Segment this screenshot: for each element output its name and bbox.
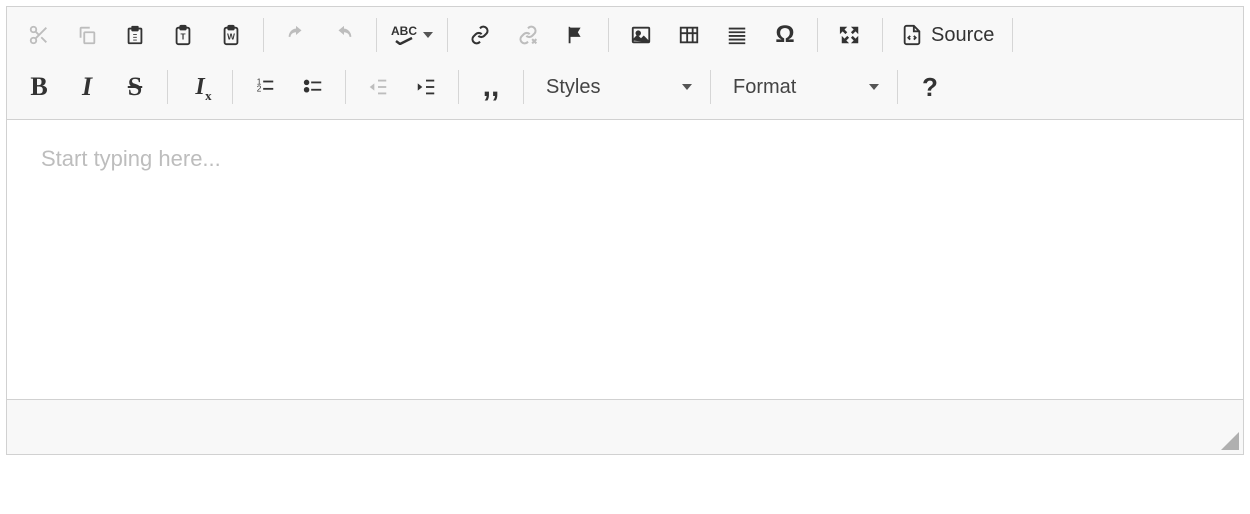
maximize-icon [839, 24, 861, 46]
maximize-button[interactable] [830, 15, 870, 55]
italic-icon: I [82, 72, 92, 102]
italic-button[interactable]: I [67, 67, 107, 107]
clipboard-icon [124, 24, 146, 46]
strike-button[interactable]: S [115, 67, 155, 107]
ul-icon [301, 76, 325, 98]
outdent-icon [366, 76, 390, 98]
strike-icon: S [128, 72, 142, 102]
redo-icon [332, 24, 356, 46]
flag-icon [565, 24, 587, 46]
quote-icon: ,, [483, 81, 500, 93]
indent-button[interactable] [406, 67, 446, 107]
separator [232, 70, 233, 104]
blockquote-button[interactable]: ,, [471, 67, 511, 107]
separator [263, 18, 264, 52]
svg-text:T: T [180, 33, 185, 42]
spellcheck-icon: ABC [391, 25, 417, 45]
spellcheck-button[interactable]: ABC [385, 15, 439, 55]
numbered-list-button[interactable]: 12 [245, 67, 285, 107]
chevron-down-icon [682, 84, 692, 90]
clipboard-word-icon: W [220, 24, 242, 46]
table-button[interactable] [669, 15, 709, 55]
link-icon [468, 25, 492, 45]
undo-button[interactable] [276, 15, 316, 55]
source-icon [901, 24, 923, 46]
question-icon: ? [922, 72, 938, 103]
redo-button[interactable] [324, 15, 364, 55]
bold-button[interactable]: B [19, 67, 59, 107]
horizontal-rule-button[interactable] [717, 15, 757, 55]
svg-text:W: W [227, 33, 235, 42]
unlink-button[interactable] [508, 15, 548, 55]
separator [447, 18, 448, 52]
separator [345, 70, 346, 104]
unlink-icon [516, 25, 540, 45]
bold-icon: B [30, 72, 47, 102]
paste-button[interactable] [115, 15, 155, 55]
undo-icon [284, 24, 308, 46]
image-icon [629, 24, 653, 46]
paste-word-button[interactable]: W [211, 15, 251, 55]
rich-text-editor: T W ABC [6, 6, 1244, 455]
separator [608, 18, 609, 52]
styles-dropdown[interactable]: Styles [532, 67, 702, 107]
format-dropdown[interactable]: Format [719, 67, 889, 107]
styles-label: Styles [546, 76, 600, 99]
remove-format-button[interactable]: Ix [180, 67, 220, 107]
ol-icon: 12 [253, 76, 277, 98]
separator [710, 70, 711, 104]
chevron-down-icon [869, 84, 879, 90]
separator [458, 70, 459, 104]
link-button[interactable] [460, 15, 500, 55]
copy-button[interactable] [67, 15, 107, 55]
indent-icon [414, 76, 438, 98]
editor-content-area[interactable]: Start typing here... [7, 120, 1243, 400]
source-button[interactable]: Source [891, 15, 1004, 55]
svg-text:2: 2 [257, 85, 262, 94]
remove-format-icon: Ix [195, 74, 204, 101]
separator [1012, 18, 1013, 52]
toolbar-top: T W ABC [7, 7, 1243, 120]
scissors-icon [28, 24, 50, 46]
separator [817, 18, 818, 52]
separator [523, 70, 524, 104]
separator [376, 18, 377, 52]
editor-footer [7, 400, 1243, 454]
omega-icon: Ω [775, 21, 794, 49]
table-icon [677, 24, 701, 46]
separator [167, 70, 168, 104]
outdent-button[interactable] [358, 67, 398, 107]
source-label: Source [931, 24, 994, 47]
separator [897, 70, 898, 104]
clipboard-text-icon: T [172, 24, 194, 46]
chevron-down-icon [423, 32, 433, 38]
anchor-button[interactable] [556, 15, 596, 55]
paste-text-button[interactable]: T [163, 15, 203, 55]
lines-icon [725, 24, 749, 46]
special-char-button[interactable]: Ω [765, 15, 805, 55]
format-label: Format [733, 76, 796, 99]
resize-handle[interactable] [1221, 432, 1239, 450]
placeholder-text: Start typing here... [41, 146, 221, 171]
bullet-list-button[interactable] [293, 67, 333, 107]
cut-button[interactable] [19, 15, 59, 55]
about-button[interactable]: ? [910, 67, 950, 107]
separator [882, 18, 883, 52]
copy-icon [76, 24, 98, 46]
toolbar-row-2: B I S Ix 12 [15, 57, 1235, 117]
image-button[interactable] [621, 15, 661, 55]
